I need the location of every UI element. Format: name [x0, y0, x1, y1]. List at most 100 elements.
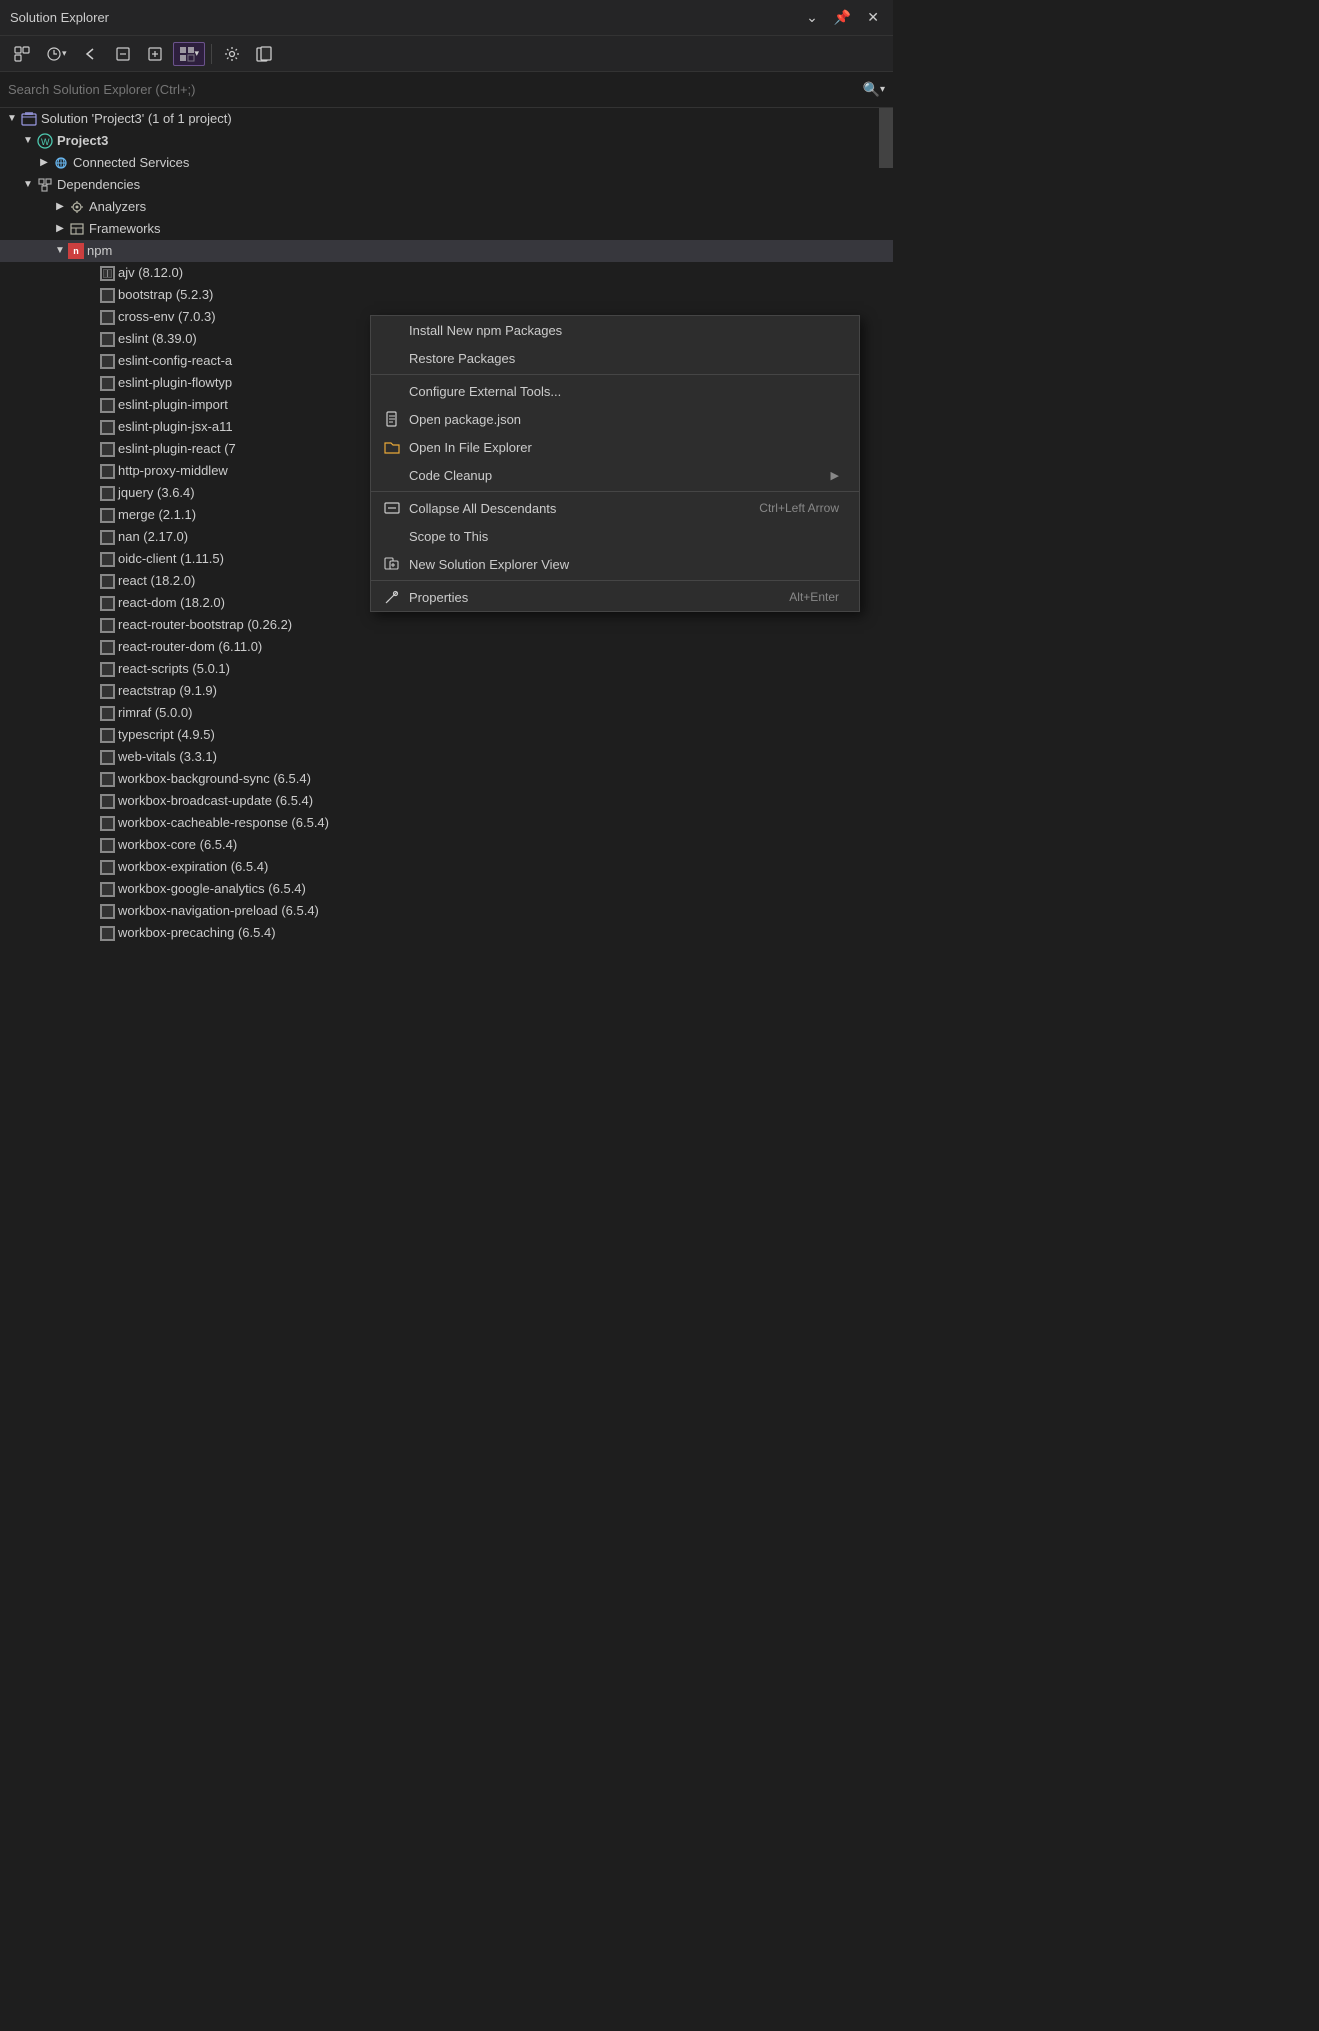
- open-file-explorer-icon: [383, 438, 401, 456]
- pkg-label: rimraf (5.0.0): [118, 702, 192, 724]
- pkg-rimraf[interactable]: rimraf (5.0.0): [0, 702, 893, 724]
- pkg-label: oidc-client (1.11.5): [118, 548, 224, 570]
- search-input[interactable]: [8, 82, 863, 97]
- pkg-workbox-expiration[interactable]: workbox-expiration (6.5.4): [0, 856, 893, 878]
- search-dropdown-icon[interactable]: ▾: [880, 84, 885, 95]
- menu-properties[interactable]: Properties Alt+Enter: [371, 583, 859, 611]
- leaf-spacer: [84, 265, 100, 281]
- pkg-reactstrap[interactable]: reactstrap (9.1.9): [0, 680, 893, 702]
- pkg-react-router-bootstrap[interactable]: react-router-bootstrap (0.26.2): [0, 614, 893, 636]
- properties-shortcut: Alt+Enter: [789, 590, 839, 604]
- frameworks-item[interactable]: Frameworks: [0, 218, 893, 240]
- menu-open-package-json[interactable]: Open package.json: [371, 405, 859, 433]
- collapse-descendants-icon: [383, 499, 401, 517]
- menu-install-npm[interactable]: Install New npm Packages: [371, 316, 859, 344]
- leaf-spacer: [84, 705, 100, 721]
- menu-separator-2: [371, 491, 859, 492]
- pkg-label: cross-env (7.0.3): [118, 306, 216, 328]
- leaf-spacer: [84, 529, 100, 545]
- open-package-json-label: Open package.json: [409, 412, 521, 427]
- pkg-workbox-core[interactable]: workbox-core (6.5.4): [0, 834, 893, 856]
- view-toggle-button[interactable]: ▾: [173, 42, 206, 66]
- project-item[interactable]: W Project3: [0, 130, 893, 152]
- leaf-spacer: [84, 331, 100, 347]
- menu-open-file-explorer[interactable]: Open In File Explorer: [371, 433, 859, 461]
- properties-icon: [383, 588, 401, 606]
- nav-history-button[interactable]: ▾: [40, 42, 73, 66]
- title-bar-left: Solution Explorer: [10, 10, 109, 25]
- pkg-label: workbox-core (6.5.4): [118, 834, 237, 856]
- pkg-label: react-scripts (5.0.1): [118, 658, 230, 680]
- project-icon: W: [36, 132, 54, 150]
- solution-expand-arrow[interactable]: [4, 111, 20, 127]
- pkg-label: react-router-bootstrap (0.26.2): [118, 614, 292, 636]
- menu-code-cleanup[interactable]: Code Cleanup ▶: [371, 461, 859, 489]
- close-icon[interactable]: ✕: [863, 7, 883, 28]
- pkg-ajv[interactable]: ajv (8.12.0): [0, 262, 893, 284]
- expand-button[interactable]: [141, 42, 169, 66]
- pkg-label: reactstrap (9.1.9): [118, 680, 217, 702]
- dependencies-item[interactable]: Dependencies: [0, 174, 893, 196]
- settings-button[interactable]: [218, 42, 246, 66]
- menu-collapse-all-descendants[interactable]: Collapse All Descendants Ctrl+Left Arrow: [371, 494, 859, 522]
- pkg-label: workbox-navigation-preload (6.5.4): [118, 900, 319, 922]
- pkg-web-vitals[interactable]: web-vitals (3.3.1): [0, 746, 893, 768]
- package-icon: [100, 662, 115, 677]
- package-icon: [100, 310, 115, 325]
- leaf-spacer: [84, 551, 100, 567]
- package-icon: [100, 332, 115, 347]
- pkg-workbox-broadcast-update[interactable]: workbox-broadcast-update (6.5.4): [0, 790, 893, 812]
- menu-restore-packages[interactable]: Restore Packages: [371, 344, 859, 372]
- leaf-spacer: [84, 287, 100, 303]
- search-icon[interactable]: 🔍: [863, 81, 880, 98]
- scope-to-this-icon: [383, 527, 401, 545]
- pkg-workbox-navigation-preload[interactable]: workbox-navigation-preload (6.5.4): [0, 900, 893, 922]
- analyzers-expand-arrow[interactable]: [52, 199, 68, 215]
- pkg-workbox-precaching[interactable]: workbox-precaching (6.5.4): [0, 922, 893, 944]
- frameworks-expand-arrow[interactable]: [52, 221, 68, 237]
- leaf-spacer: [84, 353, 100, 369]
- sync-button[interactable]: [8, 42, 36, 66]
- svg-text:W: W: [41, 137, 50, 147]
- preview-button[interactable]: [250, 42, 278, 66]
- connected-expand-arrow[interactable]: [36, 155, 52, 171]
- package-icon: [100, 728, 115, 743]
- project-expand-arrow[interactable]: [20, 133, 36, 149]
- connected-services-item[interactable]: Connected Services: [0, 152, 893, 174]
- pkg-bootstrap[interactable]: bootstrap (5.2.3): [0, 284, 893, 306]
- package-icon: [100, 486, 115, 501]
- package-icon: [100, 574, 115, 589]
- package-icon: [100, 530, 115, 545]
- package-icon: [100, 464, 115, 479]
- pkg-workbox-background-sync[interactable]: workbox-background-sync (6.5.4): [0, 768, 893, 790]
- dependencies-expand-arrow[interactable]: [20, 177, 36, 193]
- npm-item[interactable]: n npm: [0, 240, 893, 262]
- minimize-icon[interactable]: ⌄: [802, 7, 822, 28]
- pkg-typescript[interactable]: typescript (4.9.5): [0, 724, 893, 746]
- leaf-spacer: [84, 903, 100, 919]
- pkg-react-router-dom[interactable]: react-router-dom (6.11.0): [0, 636, 893, 658]
- menu-new-solution-explorer-view[interactable]: New Solution Explorer View: [371, 550, 859, 578]
- npm-expand-arrow[interactable]: [52, 243, 68, 259]
- pkg-label: merge (2.1.1): [118, 504, 196, 526]
- scrollbar-thumb[interactable]: [879, 108, 893, 168]
- project-label: Project3: [57, 130, 108, 152]
- package-icon: [100, 640, 115, 655]
- title-text: Solution Explorer: [10, 10, 109, 25]
- back-button[interactable]: [77, 42, 105, 66]
- pkg-workbox-google-analytics[interactable]: workbox-google-analytics (6.5.4): [0, 878, 893, 900]
- pkg-workbox-cacheable-response[interactable]: workbox-cacheable-response (6.5.4): [0, 812, 893, 834]
- menu-configure-external-tools[interactable]: Configure External Tools...: [371, 377, 859, 405]
- pkg-label: web-vitals (3.3.1): [118, 746, 217, 768]
- solution-item[interactable]: Solution 'Project3' (1 of 1 project): [0, 108, 893, 130]
- package-icon: [100, 794, 115, 809]
- package-icon: [100, 376, 115, 391]
- leaf-spacer: [84, 463, 100, 479]
- search-bar: 🔍 ▾: [0, 72, 893, 108]
- menu-scope-to-this[interactable]: Scope to This: [371, 522, 859, 550]
- analyzers-item[interactable]: Analyzers: [0, 196, 893, 218]
- collapse-all-button[interactable]: [109, 42, 137, 66]
- collapse-descendants-shortcut: Ctrl+Left Arrow: [759, 501, 839, 515]
- pin-icon[interactable]: 📌: [830, 7, 855, 28]
- pkg-react-scripts[interactable]: react-scripts (5.0.1): [0, 658, 893, 680]
